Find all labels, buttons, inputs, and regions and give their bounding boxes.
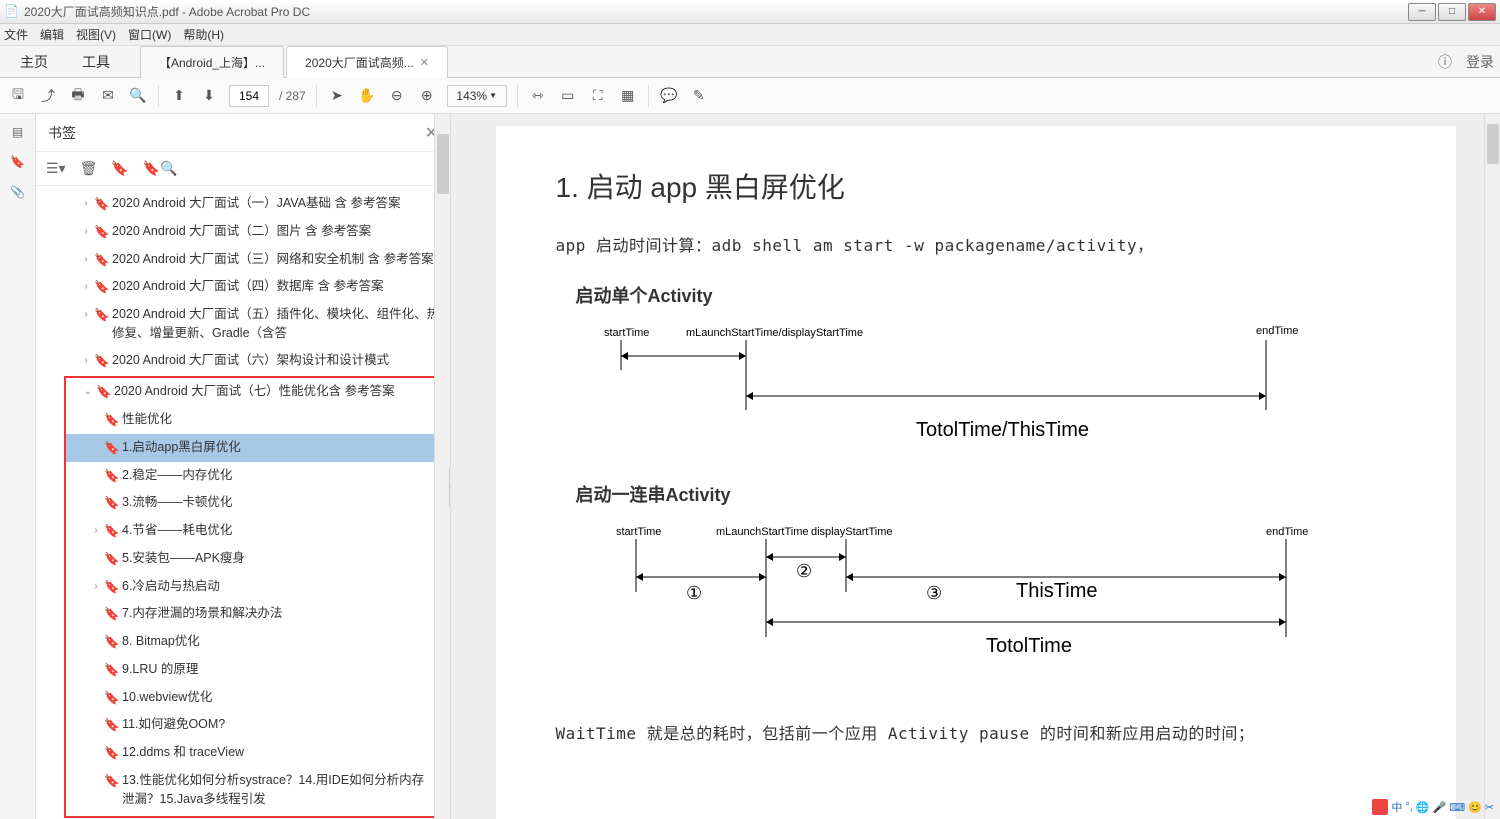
- svg-text:TotolTime/ThisTime: TotolTime/ThisTime: [916, 419, 1089, 441]
- fit-width-icon[interactable]: ⇿: [528, 86, 548, 106]
- bookmark-item[interactable]: 🔖13.性能优化如何分析systrace？14.用IDE如何分析内存泄漏？15.…: [66, 767, 440, 813]
- bookmarks-title: 书签: [48, 123, 76, 143]
- tray-icon[interactable]: 🌐: [1416, 801, 1430, 814]
- menu-bar: 文件 编辑 视图(V) 窗口(W) 帮助(H): [0, 24, 1500, 46]
- bookmark-item[interactable]: 🔖10.webview优化: [66, 684, 440, 712]
- bookmark-item[interactable]: ›🔖4.节省——耗电优化: [66, 517, 440, 545]
- prev-page-icon[interactable]: ⬆: [169, 86, 189, 106]
- highlight-icon[interactable]: ✎: [689, 86, 709, 106]
- bookmark-item[interactable]: 🔖8. Bitmap优化: [66, 628, 440, 656]
- tray-icon[interactable]: ⌨: [1449, 801, 1465, 814]
- close-button[interactable]: ✕: [1468, 3, 1496, 21]
- bookmark-item[interactable]: 🔖11.如何避免OOM?: [66, 711, 440, 739]
- home-button[interactable]: 主页: [6, 46, 62, 78]
- bookmarks-icon[interactable]: 🔖: [8, 152, 28, 172]
- zoom-select[interactable]: 143%▼: [447, 85, 507, 107]
- diagram1: startTime mLaunchStartTime/displayStartT…: [556, 318, 1316, 448]
- tray-icon[interactable]: 🎤: [1432, 801, 1446, 814]
- bookmark-item[interactable]: ›🔖2020 Android 大厂面试（三）网络和安全机制 含 参考答案: [36, 246, 450, 274]
- bookmark-item[interactable]: 🔖5.安装包——APK瘦身: [66, 545, 440, 573]
- tools-button[interactable]: 工具: [68, 46, 124, 78]
- svg-text:startTime: startTime: [604, 327, 649, 339]
- page-heading: 1. 启动 app 黑白屏优化: [556, 166, 1396, 206]
- svg-text:①: ①: [686, 583, 702, 603]
- svg-text:startTime: startTime: [616, 526, 661, 538]
- help-icon[interactable]: ⓘ: [1438, 52, 1452, 72]
- menu-help[interactable]: 帮助(H): [183, 26, 224, 43]
- window-title: 2020大厂面试高频知识点.pdf - Adobe Acrobat Pro DC: [24, 3, 1408, 20]
- zoom-out-icon[interactable]: ⊖: [387, 86, 407, 106]
- thumbnails-icon[interactable]: ▤: [8, 122, 28, 142]
- search-icon[interactable]: 🔍: [128, 86, 148, 106]
- bookmark-item[interactable]: 🔖1.启动app黑白屏优化: [66, 434, 440, 462]
- svg-text:②: ②: [796, 561, 812, 581]
- print-icon[interactable]: 🖶: [68, 86, 88, 106]
- ime-icon[interactable]: [1372, 799, 1388, 815]
- app-icon: 📄: [4, 4, 20, 20]
- svg-text:ThisTime: ThisTime: [1016, 580, 1097, 602]
- tab-close-icon[interactable]: ✕: [420, 56, 429, 69]
- bookmark-item[interactable]: 🔖性能优化: [66, 406, 440, 434]
- svg-text:endTime: endTime: [1266, 526, 1308, 538]
- tray-icon[interactable]: °,: [1405, 801, 1412, 813]
- bookmark-item[interactable]: 🔖3.流畅——卡顿优化: [66, 489, 440, 517]
- bookmark-item[interactable]: ›🔖2020 Android 大厂面试（四）数据库 含 参考答案: [36, 273, 450, 301]
- zoom-in-icon[interactable]: ⊕: [417, 86, 437, 106]
- comment-icon[interactable]: 💬: [659, 86, 679, 106]
- bookmark-item[interactable]: 🔖12.ddms 和 traceView: [66, 739, 440, 767]
- wait-text: WaitTime 就是总的耗时，包括前一个应用 Activity pause 的…: [556, 720, 1396, 744]
- bookmark-item[interactable]: ›🔖2020 Android 大厂面试（六）架构设计和设计模式: [36, 347, 450, 375]
- page-input[interactable]: [229, 85, 269, 107]
- ime-lang[interactable]: 中: [1391, 799, 1402, 815]
- page-total: / 287: [279, 89, 306, 103]
- fullscreen-icon[interactable]: ⛶: [588, 86, 608, 106]
- next-page-icon[interactable]: ⬇: [199, 86, 219, 106]
- bm-search-icon[interactable]: 🔖🔍: [143, 160, 178, 177]
- bm-delete-icon[interactable]: 🗑: [80, 160, 98, 177]
- bookmark-item[interactable]: 🔖2.稳定——内存优化: [66, 462, 440, 490]
- mail-icon[interactable]: ✉: [98, 86, 118, 106]
- attachments-icon[interactable]: 📎: [8, 182, 28, 202]
- bookmark-item[interactable]: ›🔖2020 Android 大厂面试（二）图片 含 参考答案: [36, 218, 450, 246]
- svg-text:③: ③: [926, 583, 942, 603]
- login-button[interactable]: 登录: [1466, 52, 1494, 72]
- system-tray: 中 °, 🌐 🎤 ⌨ 😊 ✂: [1372, 799, 1494, 815]
- doc-line1: app 启动时间计算：adb shell am start -w package…: [556, 232, 1396, 256]
- svg-text:TotolTime: TotolTime: [986, 635, 1072, 657]
- svg-text:mLaunchStartTime: mLaunchStartTime: [716, 526, 809, 538]
- bookmark-item[interactable]: ›🔖2020 Android 大厂面试（一）JAVA基础 含 参考答案: [36, 190, 450, 218]
- bookmark-item[interactable]: 🔖7.内存泄漏的场景和解决办法: [66, 600, 440, 628]
- bookmarks-scrollbar[interactable]: [434, 114, 450, 819]
- bm-options-icon[interactable]: ☰▾: [46, 160, 66, 177]
- menu-file[interactable]: 文件: [4, 26, 28, 43]
- pointer-icon[interactable]: ➤: [327, 86, 347, 106]
- bm-new-icon[interactable]: 🔖: [111, 160, 128, 177]
- tab-2020-interview[interactable]: 2020大厂面试高频...✕: [286, 46, 448, 78]
- fit-page-icon[interactable]: ▭: [558, 86, 578, 106]
- bookmark-item[interactable]: ›🔖6.冷启动与热启动: [66, 573, 440, 601]
- tray-icon[interactable]: 😊: [1468, 801, 1482, 814]
- menu-window[interactable]: 窗口(W): [128, 26, 171, 43]
- bookmark-item[interactable]: 🔖9.LRU 的原理: [66, 656, 440, 684]
- bookmark-item[interactable]: ⌄🔖2020 Android 大厂面试（七）性能优化含 参考答案: [66, 378, 440, 406]
- minimize-button[interactable]: ─: [1408, 3, 1436, 21]
- menu-view[interactable]: 视图(V): [76, 26, 116, 43]
- save-icon[interactable]: 🖫: [8, 86, 28, 106]
- menu-edit[interactable]: 编辑: [40, 26, 64, 43]
- diagram2-title: 启动一连串Activity: [576, 481, 1396, 507]
- content-scrollbar[interactable]: [1484, 114, 1500, 819]
- svg-text:endTime: endTime: [1256, 325, 1298, 337]
- hand-icon[interactable]: ✋: [357, 86, 377, 106]
- tray-icon[interactable]: ✂: [1485, 801, 1494, 814]
- diagram1-title: 启动单个Activity: [576, 282, 1396, 308]
- bookmark-item[interactable]: ›🔖2020 Android 大厂面试（五）插件化、模块化、组件化、热修复、增量…: [36, 301, 450, 347]
- svg-text:mLaunchStartTime/displayStartT: mLaunchStartTime/displayStartTime: [686, 327, 863, 339]
- svg-text:displayStartTime: displayStartTime: [811, 526, 893, 538]
- tab-android-shanghai[interactable]: 【Android_上海】...: [140, 46, 284, 78]
- diagram2: startTime mLaunchStartTime displayStartT…: [556, 517, 1316, 687]
- view-mode-icon[interactable]: ▦: [618, 86, 638, 106]
- maximize-button[interactable]: □: [1438, 3, 1466, 21]
- share-icon[interactable]: ⤴: [38, 86, 58, 106]
